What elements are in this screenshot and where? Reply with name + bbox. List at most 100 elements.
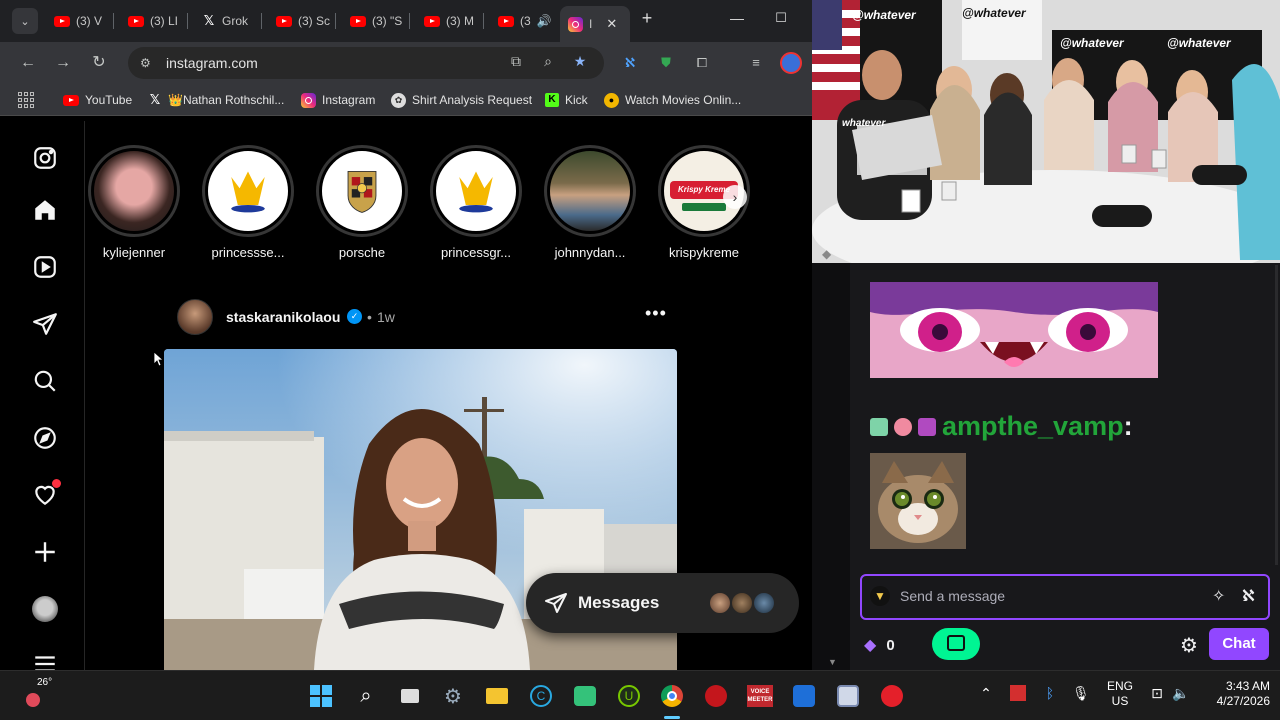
address-bar[interactable]: ⚙ instagram.com (128, 47, 604, 79)
story-princessse[interactable]: princessse... (198, 145, 298, 260)
zoom-icon[interactable]: ⌕ (538, 51, 558, 71)
task-view-icon[interactable] (395, 681, 425, 711)
explore-compass-icon[interactable] (32, 425, 58, 451)
extensions-puzzle-icon[interactable]: ⧠ (692, 53, 712, 73)
settings-gear-app-icon[interactable]: ⚙ (438, 681, 468, 711)
shield-extension-icon[interactable]: ⛊ (656, 53, 676, 73)
search-icon[interactable] (32, 368, 58, 394)
maximize-button[interactable]: ☐ (766, 10, 796, 32)
shirt-icon: ✿ (391, 92, 406, 108)
apps-shortcut[interactable] (18, 91, 34, 109)
bookmark-shirt[interactable]: ✿ Shirt Analysis Request (391, 91, 532, 109)
site-info-icon[interactable]: ⚙ (140, 56, 154, 70)
post-username[interactable]: staskaranikolaou (226, 309, 340, 325)
utorrent-app-icon[interactable]: U (614, 681, 644, 711)
ccleaner-app-icon[interactable]: C (526, 681, 556, 711)
android-app-icon[interactable] (570, 681, 600, 711)
pdf-tray-icon[interactable] (1010, 685, 1028, 707)
chat-username[interactable]: ampthe_vamp (942, 411, 1124, 442)
reload-button[interactable]: ↻ (88, 52, 110, 74)
language-indicator[interactable]: ENG US (1103, 679, 1137, 708)
taskbar-search-icon[interactable]: ⌕ (351, 681, 381, 711)
direct-messages-icon[interactable] (32, 311, 58, 337)
emote-picker-icon[interactable]: ✧ (1212, 586, 1225, 606)
story-porsche[interactable]: porsche (312, 145, 412, 260)
bookmark-movies[interactable]: ● Watch Movies Onlin... (604, 91, 741, 109)
bookmark-youtube[interactable]: YouTube (63, 91, 132, 109)
messages-floating-button[interactable]: Messages (526, 573, 799, 633)
voicemeeter-app-icon[interactable]: VOICE MEETER (745, 681, 775, 711)
conversation-avatar (730, 591, 754, 615)
close-tab-icon[interactable]: ✕ (606, 16, 617, 32)
notifications-heart-icon[interactable] (32, 479, 61, 508)
chat-collapse-arrow-icon[interactable]: ◆ (822, 247, 831, 261)
tab-youtube-2[interactable]: (3) LI (120, 8, 188, 34)
chat-scrollbar[interactable] (1275, 265, 1278, 565)
bookmark-star-icon[interactable]: ★ (570, 51, 590, 71)
red-app-icon[interactable] (877, 681, 907, 711)
chat-send-button[interactable]: Chat (1209, 628, 1269, 660)
tab-youtube-6[interactable]: (3 🔊 (490, 8, 556, 34)
story-username: princessse... (211, 245, 285, 260)
start-button[interactable] (306, 681, 336, 711)
7tv-icon[interactable]: ℵ (1242, 586, 1255, 606)
file-explorer-icon[interactable] (482, 681, 512, 711)
url-text: instagram.com (166, 55, 258, 71)
capcut-app-icon[interactable] (789, 681, 819, 711)
install-app-icon[interactable]: ⧉ (506, 51, 526, 71)
show-hidden-icons-chevron[interactable]: ⌃ (979, 685, 993, 707)
post-timestamp[interactable]: 1w (377, 309, 395, 325)
profile-avatar[interactable] (32, 596, 58, 622)
kick-icon: K (545, 93, 559, 107)
snipping-tool-icon[interactable] (833, 681, 863, 711)
bluetooth-icon[interactable]: ᛒ (1042, 685, 1058, 707)
tab-youtube-5[interactable]: (3) M (416, 8, 484, 34)
youtube-icon (63, 94, 79, 106)
youtube-icon (350, 15, 366, 27)
media-control-icon[interactable]: ≡ (746, 53, 766, 73)
crown-logo-avatar (433, 148, 519, 234)
bookmark-instagram[interactable]: Instagram (301, 91, 375, 109)
story-kyliejenner[interactable]: kyliejenner (84, 145, 184, 260)
profile-avatar[interactable] (780, 52, 802, 74)
more-menu-icon[interactable] (32, 651, 58, 670)
tab-youtube-4[interactable]: (3) "S (342, 8, 410, 34)
chat-input-box[interactable]: ▼ Send a message ✧ ℵ (860, 574, 1270, 620)
chat-settings-gear-icon[interactable]: ⚙ (1180, 633, 1198, 658)
bookmark-kick[interactable]: K Kick (545, 91, 588, 109)
volume-icon[interactable]: 🔈 (1172, 685, 1190, 707)
channel-points-badge-icon[interactable]: ▼ (870, 586, 890, 606)
new-tab-button[interactable]: + (632, 8, 662, 30)
story-princessgr[interactable]: princessgr... (426, 145, 526, 260)
translate-extension-icon[interactable]: ℵ (620, 53, 640, 73)
tab-youtube-3[interactable]: (3) Sc (268, 8, 336, 34)
weather-widget[interactable]: 26° (26, 677, 52, 709)
gaming-app-icon[interactable] (701, 681, 731, 711)
post-more-options-button[interactable]: ••• (645, 303, 667, 324)
microphone-icon[interactable]: 🎙 (1072, 685, 1090, 707)
scroll-down-arrow-icon[interactable]: ▼ (828, 657, 837, 667)
post-author-avatar[interactable] (177, 299, 213, 335)
home-icon[interactable] (32, 197, 58, 223)
stories-next-button[interactable]: › (723, 185, 747, 209)
instagram-logo-icon[interactable] (32, 145, 58, 171)
reels-icon[interactable] (32, 254, 58, 280)
tab-search-button[interactable]: ⌄ (12, 8, 38, 34)
chrome-app-icon[interactable] (657, 681, 687, 711)
clock[interactable]: 3:43 AM 4/27/2026 (1200, 679, 1270, 708)
tab-grok[interactable]: 𝕏 Grok (194, 8, 262, 34)
direct-messages-icon (544, 591, 568, 615)
predictions-button[interactable] (932, 628, 980, 660)
create-plus-icon[interactable] (32, 539, 58, 565)
minimize-button[interactable]: — (722, 10, 752, 32)
story-johnnydan[interactable]: johnnydan... (540, 145, 640, 260)
network-icon[interactable]: ⊡ (1148, 685, 1166, 707)
forward-button[interactable]: → (52, 52, 74, 74)
tab-youtube-1[interactable]: (3) V (46, 8, 114, 34)
chat-input-placeholder: Send a message (900, 588, 1006, 604)
bookmark-nathan[interactable]: 𝕏 👑Nathan Rothschil... (148, 91, 285, 109)
channel-points[interactable]: ◆ 0 (864, 635, 895, 655)
tab-instagram-active[interactable]: I ✕ (560, 6, 630, 42)
tab-label: (3) M (446, 14, 474, 28)
back-button[interactable]: ← (17, 52, 39, 74)
